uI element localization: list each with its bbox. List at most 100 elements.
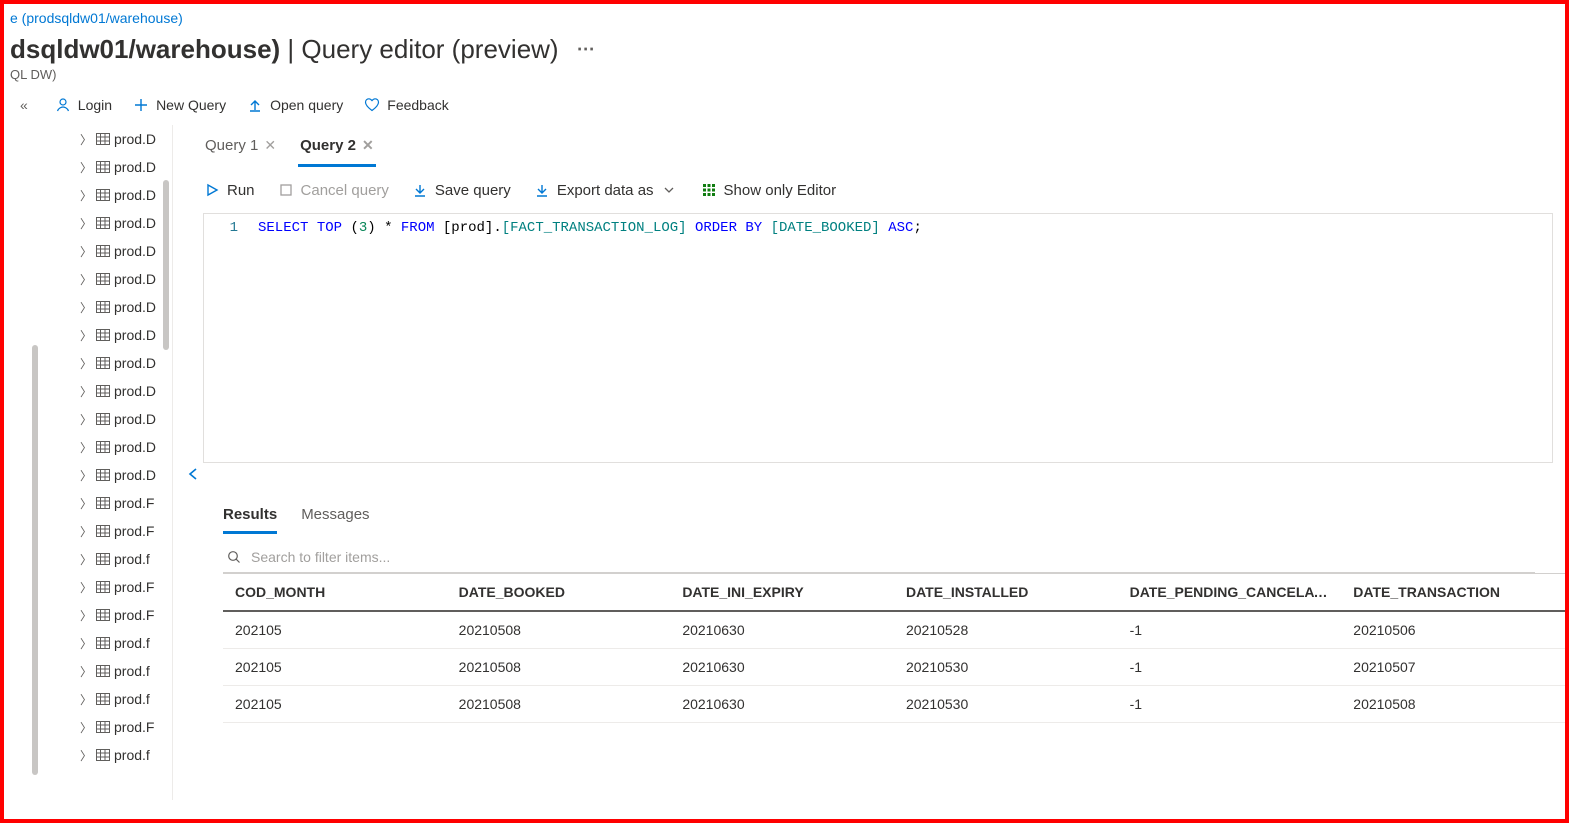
tree-item-label: prod.D: [114, 299, 156, 315]
object-explorer: 〉prod.D〉prod.D〉prod.D〉prod.D〉prod.D〉prod…: [4, 125, 172, 800]
chevron-right-icon: 〉: [80, 215, 92, 232]
table-icon: [96, 581, 110, 593]
tree-item-label: prod.D: [114, 467, 156, 483]
table-cell: 20210530: [894, 649, 1118, 686]
tree-item[interactable]: 〉 prod.D: [80, 181, 172, 209]
save-query-label: Save query: [435, 182, 511, 199]
sql-editor[interactable]: 1 SELECT TOP (3) * FROM [prod].[FACT_TRA…: [203, 213, 1553, 463]
results-search-input[interactable]: [251, 549, 1533, 565]
export-data-button[interactable]: Export data as: [533, 181, 678, 199]
new-query-button[interactable]: New Query: [132, 96, 226, 114]
tree-item[interactable]: 〉prod.D: [80, 265, 172, 293]
column-header[interactable]: DATE_PENDING_CANCELATIO…: [1118, 574, 1342, 612]
chevron-right-icon: 〉: [80, 719, 92, 736]
editor-scrollbar[interactable]: [163, 180, 169, 350]
table-icon: [96, 301, 110, 313]
tree-item[interactable]: 〉prod.D: [80, 461, 172, 489]
column-header[interactable]: DATE_INI_EXPIRY: [670, 574, 894, 612]
tree-item[interactable]: 〉prod.D: [80, 321, 172, 349]
grid-icon: [700, 181, 718, 199]
tree-item[interactable]: 〉prod.F: [80, 573, 172, 601]
login-button[interactable]: Login: [54, 96, 112, 114]
page-title: dsqldw01/warehouse) | Query editor (prev…: [10, 34, 1565, 65]
close-icon[interactable]: ✕: [264, 137, 276, 154]
more-actions-button[interactable]: ⋯: [569, 39, 603, 60]
tree-item[interactable]: 〉prod.D: [80, 153, 172, 181]
table-row[interactable]: 202105202105082021063020210530-120210507: [223, 649, 1565, 686]
table-cell: 20210630: [670, 686, 894, 723]
tree-item-label: prod.f: [114, 551, 150, 567]
column-header[interactable]: DATE_TRANSACTION: [1341, 574, 1565, 612]
query-tab[interactable]: Query 2✕: [298, 133, 376, 167]
table-icon: [96, 245, 110, 257]
table-icon: [96, 609, 110, 621]
column-header[interactable]: DATE_BOOKED: [447, 574, 671, 612]
tree-item[interactable]: 〉prod.f: [80, 685, 172, 713]
tree-item[interactable]: 〉prod.f: [80, 741, 172, 769]
chevron-right-icon: 〉: [80, 411, 92, 428]
feedback-label: Feedback: [387, 97, 448, 113]
messages-tab[interactable]: Messages: [301, 506, 369, 534]
tree-item[interactable]: 〉prod.F: [80, 713, 172, 741]
line-number: 1: [204, 214, 248, 462]
tree-item[interactable]: 〉prod.D: [80, 237, 172, 265]
chevron-right-icon: 〉: [80, 635, 92, 652]
table-icon: [96, 217, 110, 229]
tree-item[interactable]: 〉prod.F: [80, 601, 172, 629]
tree-item[interactable]: 〉prod.D: [80, 349, 172, 377]
column-header[interactable]: COD_MONTH: [223, 574, 447, 612]
collapse-nav-button[interactable]: «: [14, 97, 34, 113]
tree-item-label: prod.F: [114, 495, 154, 511]
tree-item[interactable]: 〉prod.D: [80, 433, 172, 461]
show-only-editor-button[interactable]: Show only Editor: [700, 181, 837, 199]
table-row[interactable]: 202105202105082021063020210528-120210506: [223, 611, 1565, 649]
tree-item[interactable]: 〉prod.f: [80, 657, 172, 685]
tree-item-label: prod.f: [114, 691, 150, 707]
breadcrumb[interactable]: e (prodsqldw01/warehouse): [10, 4, 1565, 26]
feedback-button[interactable]: Feedback: [363, 96, 448, 114]
tree-item-label: prod.D: [114, 411, 156, 427]
chevron-right-icon: 〉: [80, 355, 92, 372]
tree-item[interactable]: 〉prod.D: [80, 293, 172, 321]
download-icon: [533, 181, 551, 199]
tree-item-label: prod.D: [114, 187, 156, 203]
cancel-query-button: Cancel query: [277, 181, 389, 199]
chevron-right-icon: 〉: [80, 551, 92, 568]
title-suffix: Query editor (preview): [301, 34, 558, 64]
table-icon: [96, 329, 110, 341]
tree-item[interactable]: 〉prod.F: [80, 517, 172, 545]
tree-item[interactable]: 〉prod.D: [80, 377, 172, 405]
results-search[interactable]: [223, 544, 1535, 573]
plus-icon: [132, 96, 150, 114]
chevron-right-icon: 〉: [80, 187, 92, 204]
person-icon: [54, 96, 72, 114]
command-bar: « Login New Query Open query Feedback: [10, 82, 1565, 125]
run-label: Run: [227, 182, 255, 199]
table-icon: [96, 469, 110, 481]
query-tab-label: Query 1: [205, 137, 258, 154]
table-row[interactable]: 202105202105082021063020210530-120210508: [223, 686, 1565, 723]
close-icon[interactable]: ✕: [362, 137, 374, 154]
query-tabs: Query 1✕Query 2✕: [173, 125, 1565, 167]
table-cell: 20210508: [447, 611, 671, 649]
results-tab[interactable]: Results: [223, 506, 277, 534]
run-button[interactable]: Run: [203, 181, 255, 199]
tree-item[interactable]: 〉 prod.D: [80, 405, 172, 433]
tree-scrollbar[interactable]: [32, 345, 38, 775]
upload-icon: [246, 96, 264, 114]
tree-item[interactable]: 〉prod.D: [80, 125, 172, 153]
show-only-editor-label: Show only Editor: [724, 182, 837, 199]
tree-item[interactable]: 〉prod.f: [80, 629, 172, 657]
open-query-button[interactable]: Open query: [246, 96, 343, 114]
column-header[interactable]: DATE_INSTALLED: [894, 574, 1118, 612]
tree-item[interactable]: 〉 prod.f: [80, 545, 172, 573]
table-cell: -1: [1118, 686, 1342, 723]
table-icon: [96, 161, 110, 173]
tree-item[interactable]: 〉prod.D: [80, 209, 172, 237]
chevron-right-icon: 〉: [80, 607, 92, 624]
tree-item[interactable]: 〉prod.F: [80, 489, 172, 517]
save-query-button[interactable]: Save query: [411, 181, 511, 199]
query-tab[interactable]: Query 1 ✕: [203, 133, 278, 167]
collapse-results-button[interactable]: [181, 463, 199, 490]
table-icon: [96, 721, 110, 733]
